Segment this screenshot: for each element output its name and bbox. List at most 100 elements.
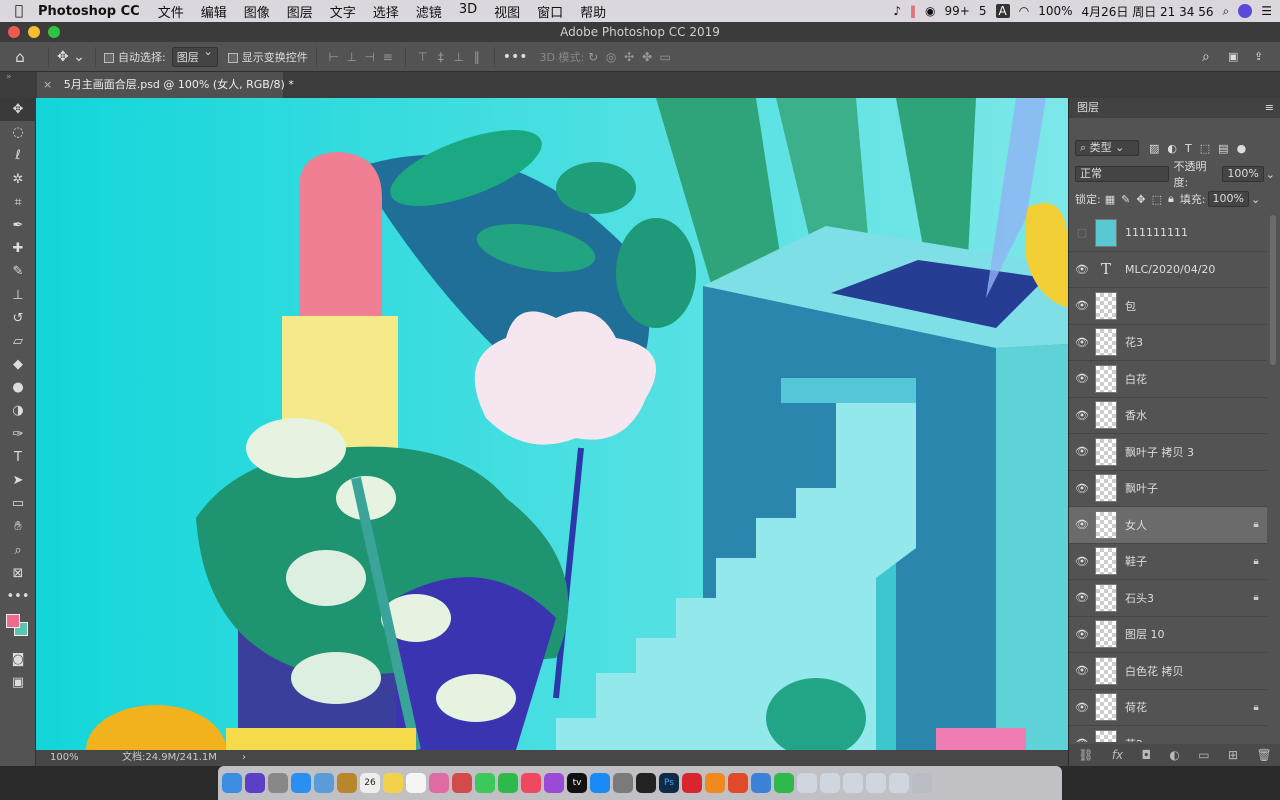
panel-collapse-icon[interactable]: » (6, 72, 12, 82)
layer-row[interactable]: 👁︎ T MLC/2020/04/20 (1069, 252, 1267, 288)
align-vcenter-icon[interactable]: ‡ (432, 50, 450, 64)
layer-thumbnail[interactable] (1095, 328, 1117, 357)
eye-icon[interactable]: 👁︎ (1069, 445, 1095, 458)
menu-item-0[interactable]: 文件 (158, 2, 184, 21)
eye-icon[interactable]: 👁︎ (1069, 263, 1095, 276)
screen-mode-icon[interactable]: ▣ (0, 671, 36, 694)
document-info[interactable]: 文档:24.9M/241.1M (122, 750, 217, 766)
eye-icon[interactable]: 👁︎ (1069, 701, 1095, 714)
search-icon[interactable]: ⌕ (1223, 4, 1230, 19)
eye-icon[interactable]: 👁︎ (1069, 299, 1095, 312)
minimize-window-button[interactable] (28, 26, 40, 38)
eye-icon[interactable]: 👁︎ (1069, 737, 1095, 742)
eye-icon[interactable]: 👁︎ (1069, 664, 1095, 677)
layer-name[interactable]: 包 (1125, 298, 1267, 314)
align-bottom-icon[interactable]: ⊥ (450, 50, 468, 64)
eye-icon[interactable]: 👁︎ (1069, 628, 1095, 641)
trash-icon[interactable] (912, 773, 932, 793)
history-brush-tool-icon[interactable]: ↺ (0, 307, 36, 330)
layer-thumbnail[interactable] (1095, 583, 1117, 612)
align-left-icon[interactable]: ⊢ (325, 50, 343, 64)
3d-rotate-icon[interactable]: ↻ (584, 50, 602, 64)
color-swatch-icon[interactable] (0, 608, 36, 648)
notes-icon[interactable] (337, 773, 357, 793)
qq-count[interactable]: 5 (979, 4, 987, 18)
photo-booth-icon[interactable] (452, 773, 472, 793)
document-tab[interactable]: × 5月主画面合层.psd @ 100% (女人, RGB/8) * (37, 72, 294, 98)
layer-name[interactable]: 石头3 (1125, 590, 1245, 606)
frame-tool-icon[interactable]: ⊠ (0, 562, 36, 585)
adjustment-layer-icon[interactable]: ◐ (1169, 748, 1179, 762)
menu-item-8[interactable]: 视图 (494, 2, 520, 21)
fill-dropdown-icon[interactable]: ⌄ (1251, 193, 1260, 206)
lock-pixels-icon[interactable]: ✎ (1121, 193, 1130, 206)
screenshot-1-icon[interactable] (797, 773, 817, 793)
menu-item-2[interactable]: 图像 (244, 2, 270, 21)
lock-artboard-icon[interactable]: ⬚ (1152, 193, 1162, 206)
office-icon[interactable] (728, 773, 748, 793)
finder-icon[interactable] (222, 773, 242, 793)
lock-all-icon[interactable]: 🔒︎ (1168, 192, 1174, 206)
filter-toggle-icon[interactable]: ● (1237, 142, 1247, 155)
layer-row[interactable]: 👁︎ 白花 (1069, 361, 1267, 398)
layer-name[interactable]: 女人 (1125, 517, 1245, 533)
distribute-icon[interactable]: ≡ (379, 50, 397, 64)
launchpad-icon[interactable] (268, 773, 288, 793)
layer-name[interactable]: 111111111 (1125, 226, 1267, 239)
clone-stamp-tool-icon[interactable]: ⊥ (0, 284, 36, 307)
wechat-icon[interactable] (774, 773, 794, 793)
filter-smart-icon[interactable]: ▤ (1218, 142, 1228, 155)
hidden-eye-icon[interactable]: ▢ (1069, 226, 1095, 239)
eye-icon[interactable]: 👁︎ (1069, 518, 1095, 531)
layer-thumbnail[interactable] (1095, 620, 1117, 649)
menu-item-3[interactable]: 图层 (287, 2, 313, 21)
wechat-icon[interactable]: ◉ (925, 4, 935, 18)
layer-thumbnail[interactable] (1095, 474, 1117, 503)
layer-thumbnail[interactable] (1095, 364, 1117, 393)
layer-thumbnail[interactable] (1095, 401, 1117, 430)
eye-icon[interactable]: 👁︎ (1069, 372, 1095, 385)
filter-type-icon[interactable]: T (1185, 142, 1192, 155)
photos-icon[interactable] (429, 773, 449, 793)
menu-item-9[interactable]: 窗口 (537, 2, 563, 21)
eye-icon[interactable]: 👁︎ (1069, 336, 1095, 349)
magic-wand-tool-icon[interactable]: ✲ (0, 168, 36, 191)
layer-thumbnail[interactable] (1095, 547, 1117, 576)
layer-thumbnail[interactable] (1095, 437, 1117, 466)
3d-scale-icon[interactable]: ▭ (656, 50, 674, 64)
qq-icon[interactable] (636, 773, 656, 793)
screenshot-3-icon[interactable] (843, 773, 863, 793)
wechat-work-icon[interactable] (751, 773, 771, 793)
layer-row[interactable]: 👁︎ 女人 🔒︎ (1069, 507, 1267, 544)
list-icon[interactable]: ☰ (1261, 4, 1272, 18)
screenshot-4-icon[interactable] (866, 773, 886, 793)
home-icon[interactable]: ⌂ (0, 48, 40, 66)
notification-count[interactable]: 99+ (945, 4, 970, 18)
document-canvas[interactable] (36, 98, 1068, 750)
new-layer-icon[interactable]: ⊞ (1228, 748, 1238, 762)
layer-name[interactable]: 飘叶子 拷贝 3 (1125, 444, 1267, 460)
layer-row[interactable]: 👁︎ 花3 (1069, 325, 1267, 361)
layer-row[interactable]: 👁︎ 白色花 拷贝 (1069, 653, 1267, 690)
messages-icon[interactable] (475, 773, 495, 793)
align-hcenter-icon[interactable]: ⊥ (343, 50, 361, 64)
layers-tab[interactable]: 图层 ≡ (1069, 98, 1280, 118)
zoom-window-button[interactable] (48, 26, 60, 38)
battery-percent[interactable]: 100% (1038, 4, 1072, 18)
more-options-icon[interactable]: ••• (503, 49, 528, 65)
filter-kind-dropdown[interactable]: ⌕ 类型 ⌄ (1075, 140, 1139, 156)
zoom-tool-icon[interactable]: ⌕ (0, 539, 36, 562)
tv-icon[interactable]: tv (567, 773, 587, 793)
layer-row[interactable]: 👁︎ 飘叶子 拷贝 3 (1069, 434, 1267, 471)
layer-row[interactable]: 👁︎ 荷花 🔒︎ (1069, 690, 1267, 726)
eye-icon[interactable]: 👁︎ (1069, 555, 1095, 568)
stop-icon[interactable]: ‖ (910, 4, 916, 18)
delete-layer-icon[interactable]: 🗑︎ (1256, 748, 1271, 762)
more-tools-icon[interactable]: ••• (0, 585, 36, 608)
align-right-icon[interactable]: ⊣ (361, 50, 379, 64)
menu-item-4[interactable]: 文字 (330, 2, 356, 21)
layer-row[interactable]: ▢ 111111111 (1069, 215, 1267, 252)
dodge-tool-icon[interactable]: ◑ (0, 399, 36, 422)
layer-thumbnail[interactable] (1095, 729, 1117, 742)
layer-thumbnail[interactable] (1095, 218, 1117, 247)
